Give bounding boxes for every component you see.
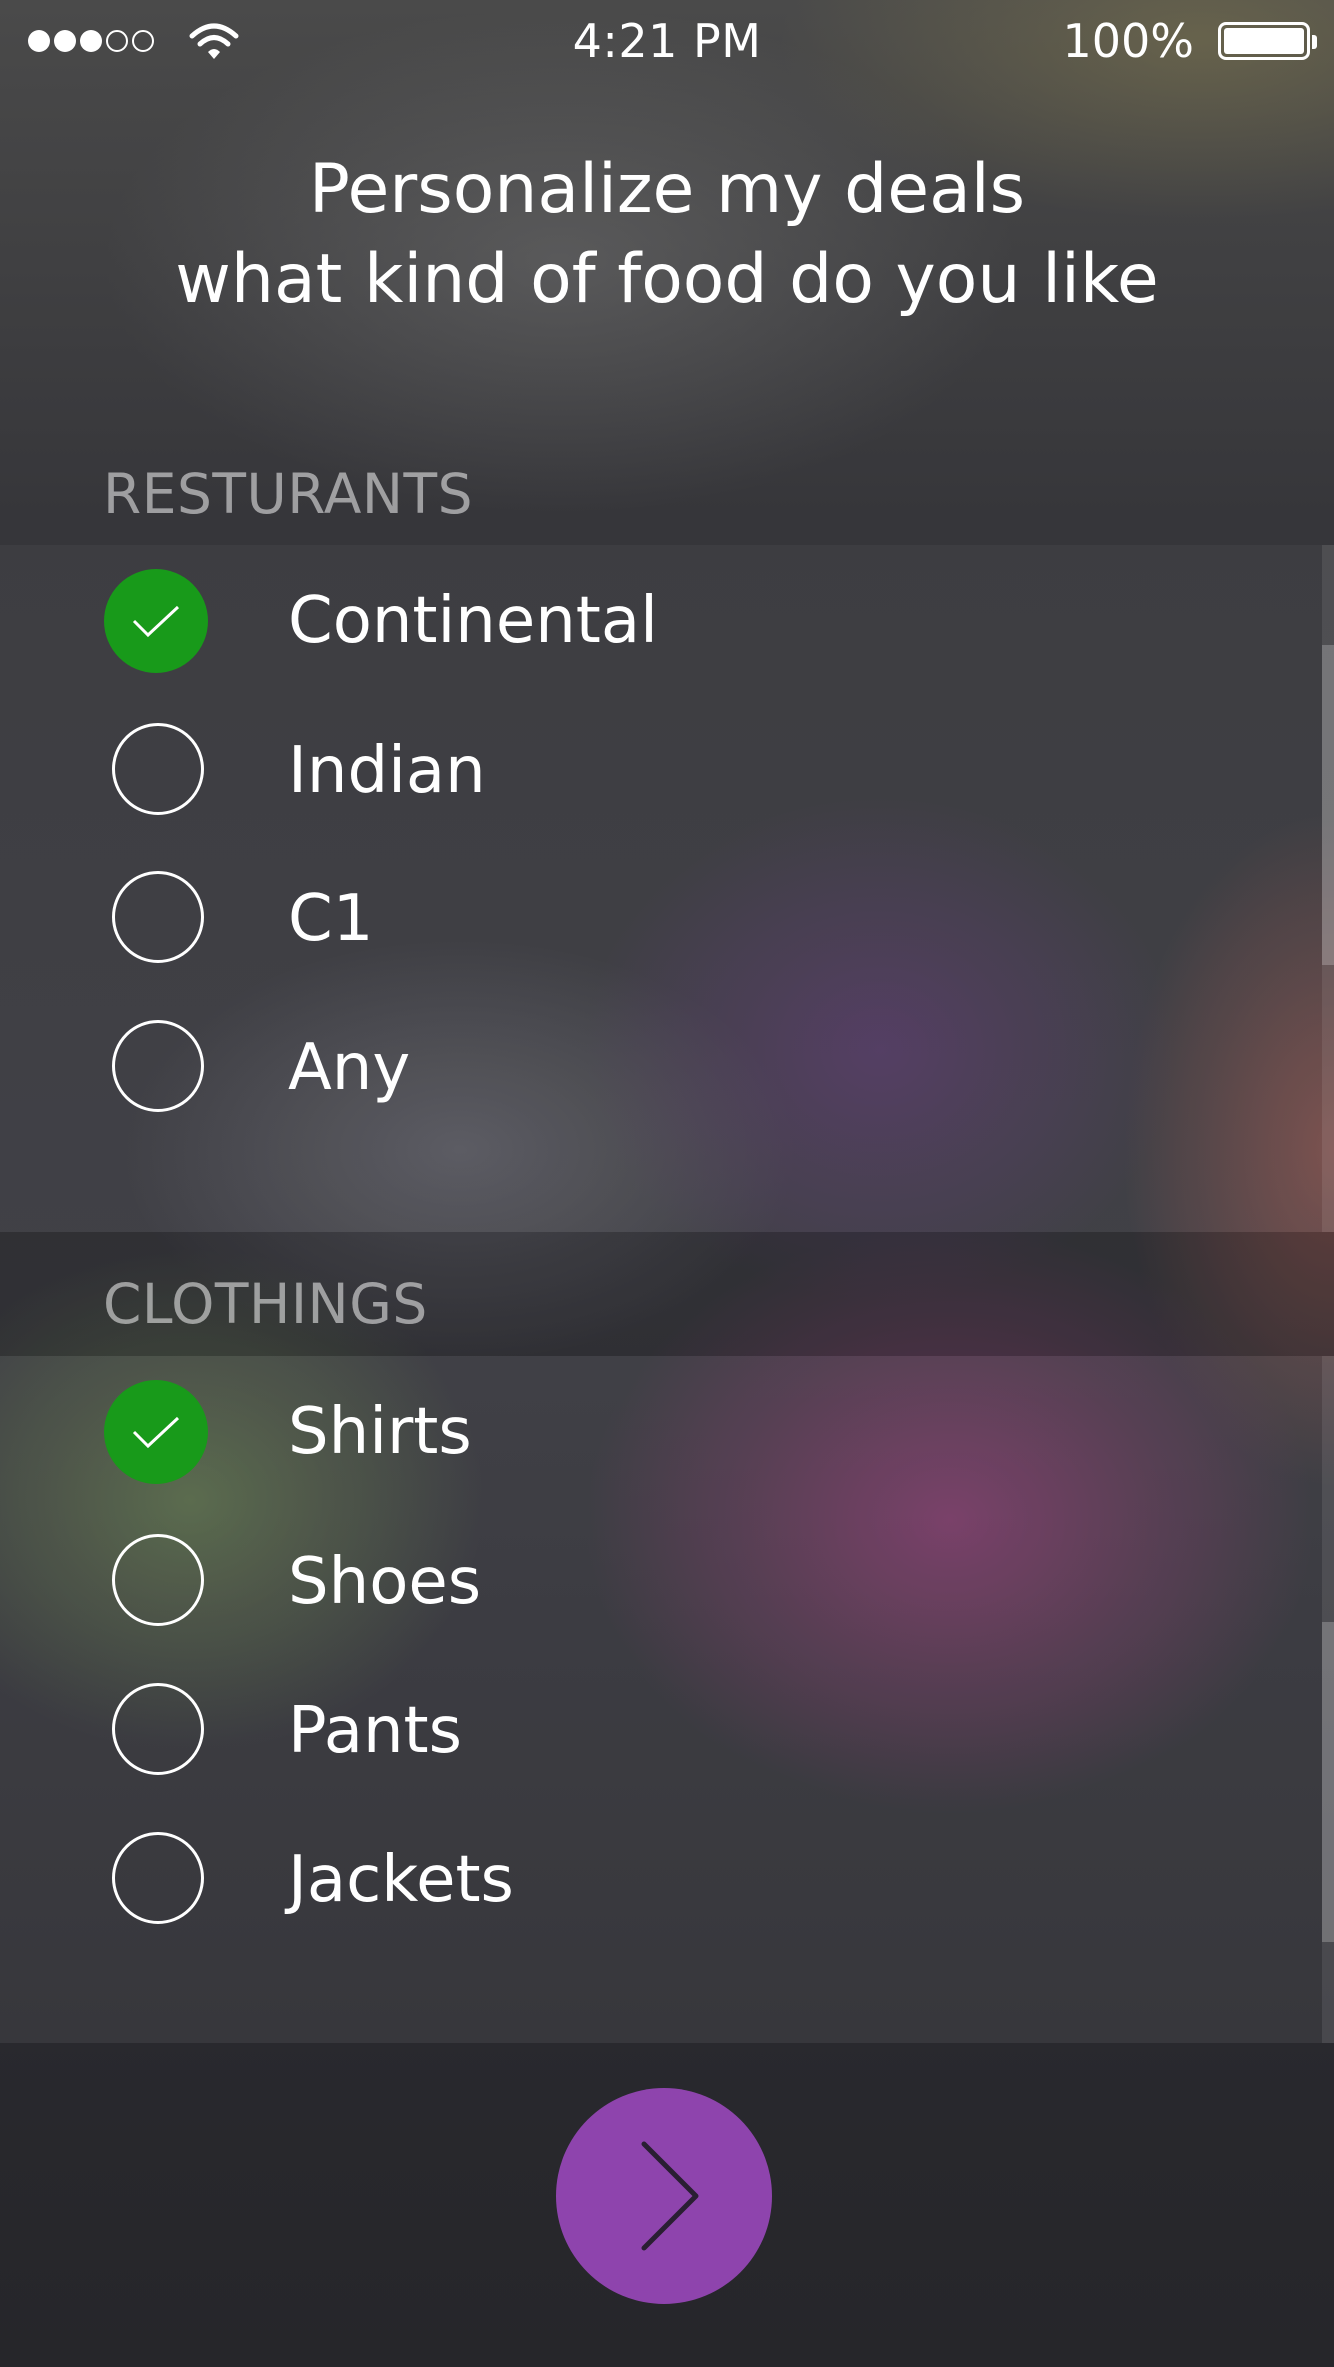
- option-shoes[interactable]: Shoes: [0, 1506, 1310, 1654]
- option-label: C1: [288, 882, 374, 956]
- page-title-line2: what kind of food do you like: [175, 240, 1159, 319]
- option-label: Shoes: [288, 1545, 482, 1619]
- radio-unchecked-icon[interactable]: [112, 1020, 204, 1112]
- option-label: Indian: [288, 734, 486, 808]
- option-c1[interactable]: C1: [0, 843, 1310, 991]
- chevron-right-icon: [641, 2141, 699, 2251]
- option-indian[interactable]: Indian: [0, 695, 1310, 843]
- radio-unchecked-icon[interactable]: [112, 723, 204, 815]
- section-title-clothings: CLOTHINGS: [103, 1272, 428, 1336]
- checkbox-checked-icon[interactable]: [104, 569, 208, 673]
- option-any[interactable]: Any: [0, 992, 1310, 1140]
- scrollbar-thumb[interactable]: [1322, 1622, 1334, 1942]
- next-button[interactable]: [556, 2088, 772, 2304]
- battery-percentage: 100%: [1062, 14, 1194, 68]
- radio-unchecked-icon[interactable]: [112, 871, 204, 963]
- section-title-restaurants: RESTURANTS: [103, 462, 473, 526]
- option-jackets[interactable]: Jackets: [0, 1804, 1310, 1952]
- radio-unchecked-icon[interactable]: [112, 1832, 204, 1924]
- option-label: Continental: [288, 584, 658, 658]
- battery-icon: [1218, 22, 1317, 60]
- radio-unchecked-icon[interactable]: [112, 1683, 204, 1775]
- option-label: Shirts: [288, 1395, 472, 1469]
- option-pants[interactable]: Pants: [0, 1655, 1310, 1803]
- option-label: Any: [288, 1031, 411, 1105]
- option-label: Jackets: [288, 1843, 514, 1917]
- option-label: Pants: [288, 1694, 462, 1768]
- option-shirts[interactable]: Shirts: [0, 1356, 1310, 1504]
- status-bar: 4:21 PM 100%: [0, 0, 1334, 80]
- option-continental[interactable]: Continental: [0, 545, 1310, 693]
- radio-unchecked-icon[interactable]: [112, 1534, 204, 1626]
- checkbox-checked-icon[interactable]: [104, 1380, 208, 1484]
- restaurants-list: Continental Indian C1 Any: [0, 545, 1322, 1232]
- clothings-list: Shirts Shoes Pants Jackets: [0, 1356, 1322, 2043]
- page-title-line1: Personalize my deals: [308, 150, 1026, 229]
- page-title: Personalize my deals what kind of food d…: [0, 145, 1334, 325]
- scrollbar-thumb[interactable]: [1322, 645, 1334, 965]
